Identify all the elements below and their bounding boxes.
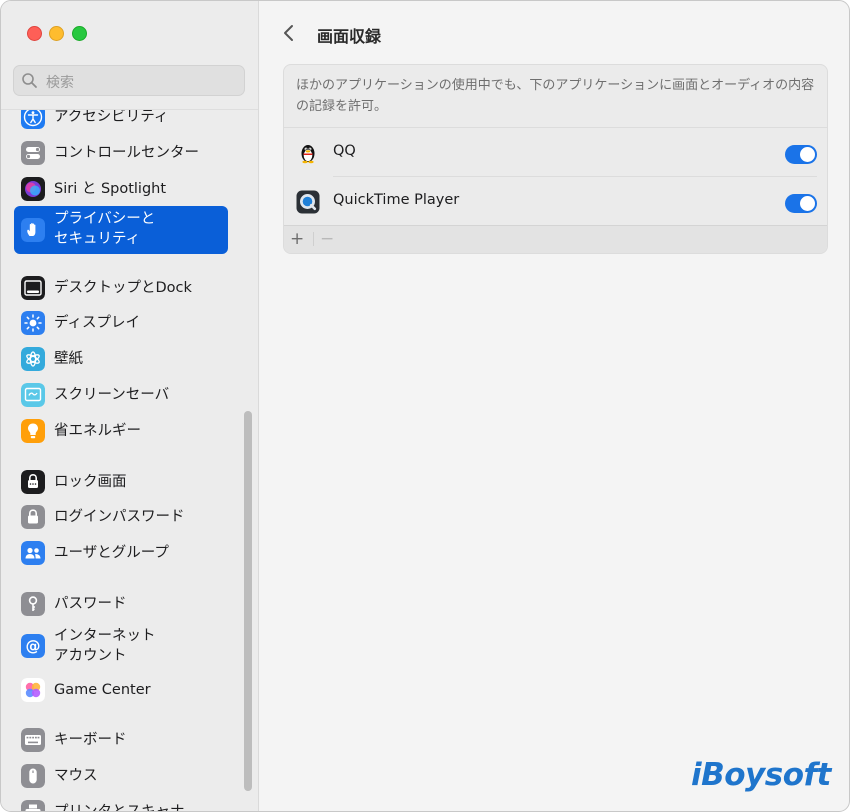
search-placeholder: 検索 (46, 75, 74, 91)
screensaver-icon (21, 383, 45, 407)
qq-permission-toggle[interactable] (785, 145, 817, 164)
toggle-knob (800, 147, 815, 162)
back-chevron-icon[interactable] (279, 21, 299, 45)
sidebar-item-printers-scanners[interactable]: プリンタとスキャナ (14, 797, 228, 812)
zoom-window-button[interactable] (72, 26, 87, 41)
permission-description: ほかのアプリケーションの使用中でも、下のアプリケーションに画面とオーディオの内容… (296, 78, 815, 114)
main-content: 画面収録 ほかのアプリケーションの使用中でも、下のアプリケーションに画面とオーデ… (259, 1, 849, 811)
quicktime-permission-toggle[interactable] (785, 194, 817, 213)
sidebar-list: アクセシビリティ コントロールセンター Siri と Spotlight プライ… (1, 109, 258, 812)
sidebar-item-label: ユーザとグループ (54, 545, 169, 561)
sidebar-item-label: 壁紙 (54, 351, 83, 367)
divider (313, 232, 314, 246)
toggle-knob (800, 196, 815, 211)
sidebar-item-label: ディスプレイ (54, 315, 140, 331)
screen-recording-panel: ほかのアプリケーションの使用中でも、下のアプリケーションに画面とオーディオの内容… (283, 64, 828, 254)
game-center-icon (21, 678, 45, 702)
app-row-quicktime: QuickTime Player (284, 177, 827, 226)
sidebar-item-users-groups[interactable]: ユーザとグループ (14, 538, 228, 568)
app-name: QQ (333, 143, 356, 159)
sidebar: 検索 アクセシビリティ コントロールセンター Siri と Spotlight … (1, 1, 259, 811)
sidebar-item-energy[interactable]: 省エネルギー (14, 416, 228, 446)
sidebar-item-label: ロック画面 (54, 474, 127, 490)
sidebar-scrollbar[interactable] (244, 411, 252, 791)
sidebar-item-keyboard[interactable]: キーボード (14, 725, 228, 755)
energy-icon (21, 419, 45, 443)
search-field[interactable]: 検索 (13, 65, 245, 96)
sidebar-item-accessibility[interactable]: アクセシビリティ (14, 109, 228, 132)
svg-text:@: @ (26, 637, 41, 655)
sidebar-item-lock-screen[interactable]: ロック画面 (14, 467, 228, 497)
sidebar-item-label: ログインパスワード (54, 509, 185, 525)
sidebar-item-label: マウス (54, 768, 98, 784)
sidebar-item-label: スクリーンセーバ (54, 387, 170, 403)
remove-app-button[interactable]: − (320, 229, 334, 249)
dock-icon (21, 276, 45, 300)
sidebar-item-privacy-security[interactable]: プライバシーと セキュリティ (14, 206, 228, 254)
sidebar-item-mouse[interactable]: マウス (14, 761, 228, 791)
qq-penguin-icon (301, 145, 315, 164)
app-row-qq: QQ (284, 128, 827, 177)
sidebar-item-label: プリンタとスキャナ (54, 804, 185, 812)
control-center-icon (21, 141, 45, 165)
sidebar-item-screensaver[interactable]: スクリーンセーバ (14, 380, 228, 410)
display-icon (21, 311, 45, 335)
hand-icon (21, 218, 45, 242)
settings-window: 検索 アクセシビリティ コントロールセンター Siri と Spotlight … (0, 0, 850, 812)
printer-icon (21, 800, 45, 811)
sidebar-item-siri-spotlight[interactable]: Siri と Spotlight (14, 174, 228, 204)
iboysoft-watermark: iBoysoft (691, 757, 831, 793)
sidebar-item-displays[interactable]: ディスプレイ (14, 308, 228, 338)
sidebar-item-label: インターネット アカウント (54, 628, 156, 664)
siri-icon (21, 177, 45, 201)
sidebar-item-label: コントロールセンター (54, 145, 199, 161)
key-icon (21, 592, 45, 616)
sidebar-item-label: Game Center (54, 682, 151, 698)
accessibility-icon (21, 110, 45, 129)
login-lock-icon (21, 505, 45, 529)
sidebar-item-desktop-dock[interactable]: デスクトップとDock (14, 273, 228, 303)
wallpaper-icon (21, 347, 45, 371)
sidebar-item-label: プライバシーと セキュリティ (54, 211, 156, 247)
sidebar-item-game-center[interactable]: Game Center (14, 675, 228, 705)
at-icon: @ (21, 634, 45, 658)
users-icon (21, 541, 45, 565)
minimize-window-button[interactable] (49, 26, 64, 41)
sidebar-item-passwords[interactable]: パスワード (14, 589, 228, 619)
sidebar-item-label: キーボード (54, 732, 127, 748)
sidebar-item-label: パスワード (54, 596, 127, 612)
keyboard-icon (21, 728, 45, 752)
lock-icon (21, 470, 45, 494)
quicktime-icon (296, 190, 320, 214)
sidebar-item-wallpaper[interactable]: 壁紙 (14, 344, 228, 374)
list-toolbar: + − (284, 225, 827, 253)
sidebar-item-internet-accounts[interactable]: @ インターネット アカウント (14, 623, 228, 669)
sidebar-item-login-password[interactable]: ログインパスワード (14, 502, 228, 532)
search-icon (22, 73, 37, 88)
page-title: 画面収録 (317, 27, 382, 46)
sidebar-item-control-center[interactable]: コントロールセンター (14, 138, 228, 168)
sidebar-item-label: Siri と Spotlight (54, 181, 167, 197)
add-app-button[interactable]: + (290, 229, 304, 249)
app-name: QuickTime Player (333, 192, 460, 208)
sidebar-item-label: 省エネルギー (54, 423, 141, 439)
sidebar-item-label: アクセシビリティ (54, 109, 169, 125)
mouse-icon (21, 764, 45, 788)
close-window-button[interactable] (27, 26, 42, 41)
sidebar-item-label: デスクトップとDock (54, 280, 192, 296)
